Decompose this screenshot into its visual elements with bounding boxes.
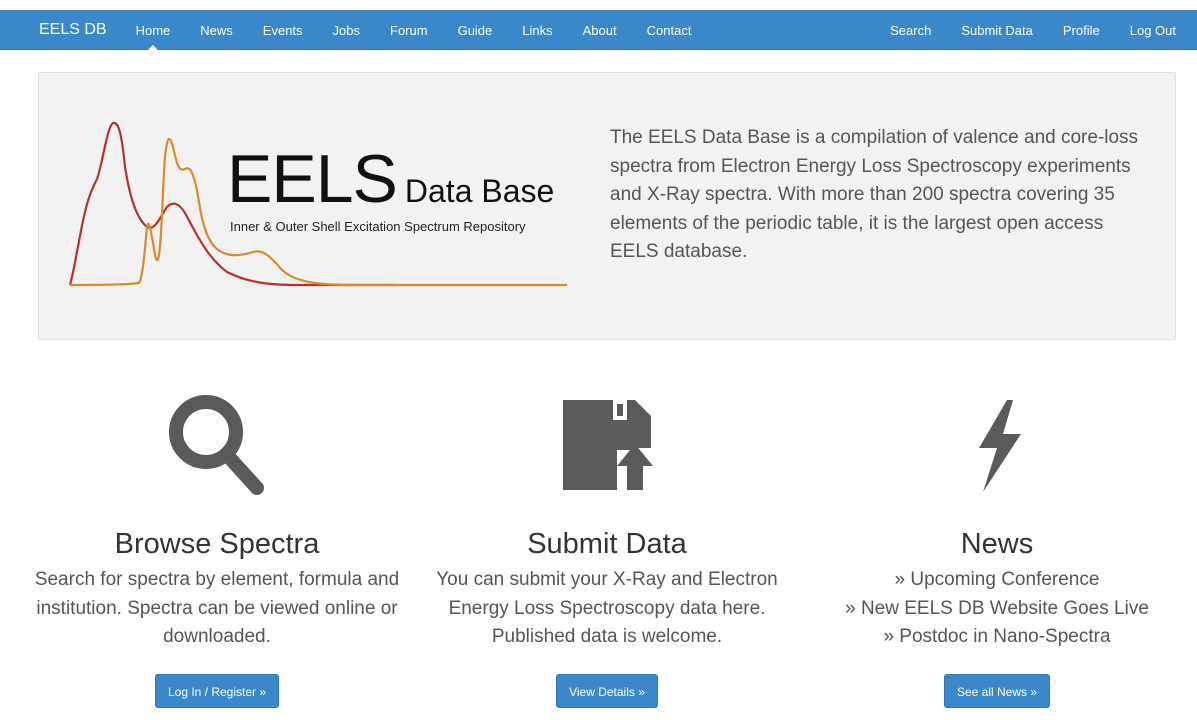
- nav-search[interactable]: Search: [875, 10, 946, 50]
- nav-log-out[interactable]: Log Out: [1115, 10, 1197, 50]
- nav-events[interactable]: Events: [248, 10, 318, 50]
- nav-home[interactable]: Home: [121, 10, 186, 51]
- intro-text: The EELS Data Base is a compilation of v…: [610, 127, 1139, 262]
- view-details-button[interactable]: View Details »: [556, 674, 658, 708]
- browse-spectra-title: Browse Spectra: [114, 528, 320, 560]
- news-button-wrap: See all News »: [807, 674, 1187, 708]
- news-item[interactable]: » Postdoc in Nano-Spectra: [807, 623, 1187, 652]
- submit-data-section: Submit Data You can submit your X-Ray an…: [417, 390, 797, 652]
- logo-title: EELS Data Base: [227, 145, 554, 213]
- nav-links[interactable]: Links: [507, 10, 567, 50]
- brand-link[interactable]: EELS DB: [0, 10, 121, 50]
- news-list: » Upcoming Conference » New EELS DB Webs…: [807, 566, 1187, 652]
- nav-right: Search Submit Data Profile Log Out: [875, 10, 1197, 50]
- logo-title-eels: EELS: [227, 141, 398, 217]
- nav-about[interactable]: About: [568, 10, 632, 50]
- nav-profile[interactable]: Profile: [1048, 10, 1115, 50]
- lightning-icon: [979, 400, 1021, 492]
- news-section: News » Upcoming Conference » New EELS DB…: [807, 390, 1187, 652]
- floppy-upload-icon: [563, 400, 653, 490]
- search-icon: [169, 395, 264, 495]
- nav-contact[interactable]: Contact: [632, 10, 707, 50]
- nav-news[interactable]: News: [185, 10, 248, 50]
- nav-submit-data[interactable]: Submit Data: [946, 10, 1048, 50]
- logo-subtitle: Inner & Outer Shell Excitation Spectrum …: [230, 219, 526, 234]
- nav-forum[interactable]: Forum: [375, 10, 443, 50]
- browse-button-wrap: Log In / Register »: [27, 674, 407, 708]
- login-register-button[interactable]: Log In / Register »: [154, 674, 280, 708]
- submit-data-text: You can submit your X-Ray and Electron E…: [436, 569, 778, 647]
- nav-left: EELS DB Home News Events Jobs Forum Guid…: [0, 10, 707, 51]
- submit-data-title: Submit Data: [527, 528, 687, 560]
- top-navbar: EELS DB Home News Events Jobs Forum Guid…: [0, 10, 1197, 51]
- see-all-news-button[interactable]: See all News »: [943, 674, 1051, 708]
- hero-jumbotron: EELS Data Base Inner & Outer Shell Excita…: [38, 72, 1176, 340]
- news-item[interactable]: » Upcoming Conference: [807, 566, 1187, 595]
- nav-guide[interactable]: Guide: [443, 10, 508, 50]
- submit-button-wrap: View Details »: [417, 674, 797, 708]
- news-title: News: [960, 528, 1034, 560]
- browse-spectra-section: Browse Spectra Search for spectra by ele…: [27, 390, 407, 652]
- logo-title-database: Data Base: [404, 173, 555, 209]
- news-item[interactable]: » New EELS DB Website Goes Live: [807, 595, 1187, 624]
- eels-logo: EELS Data Base Inner & Outer Shell Excita…: [67, 117, 577, 297]
- browse-spectra-text: Search for spectra by element, formula a…: [34, 569, 400, 647]
- nav-jobs[interactable]: Jobs: [318, 10, 375, 50]
